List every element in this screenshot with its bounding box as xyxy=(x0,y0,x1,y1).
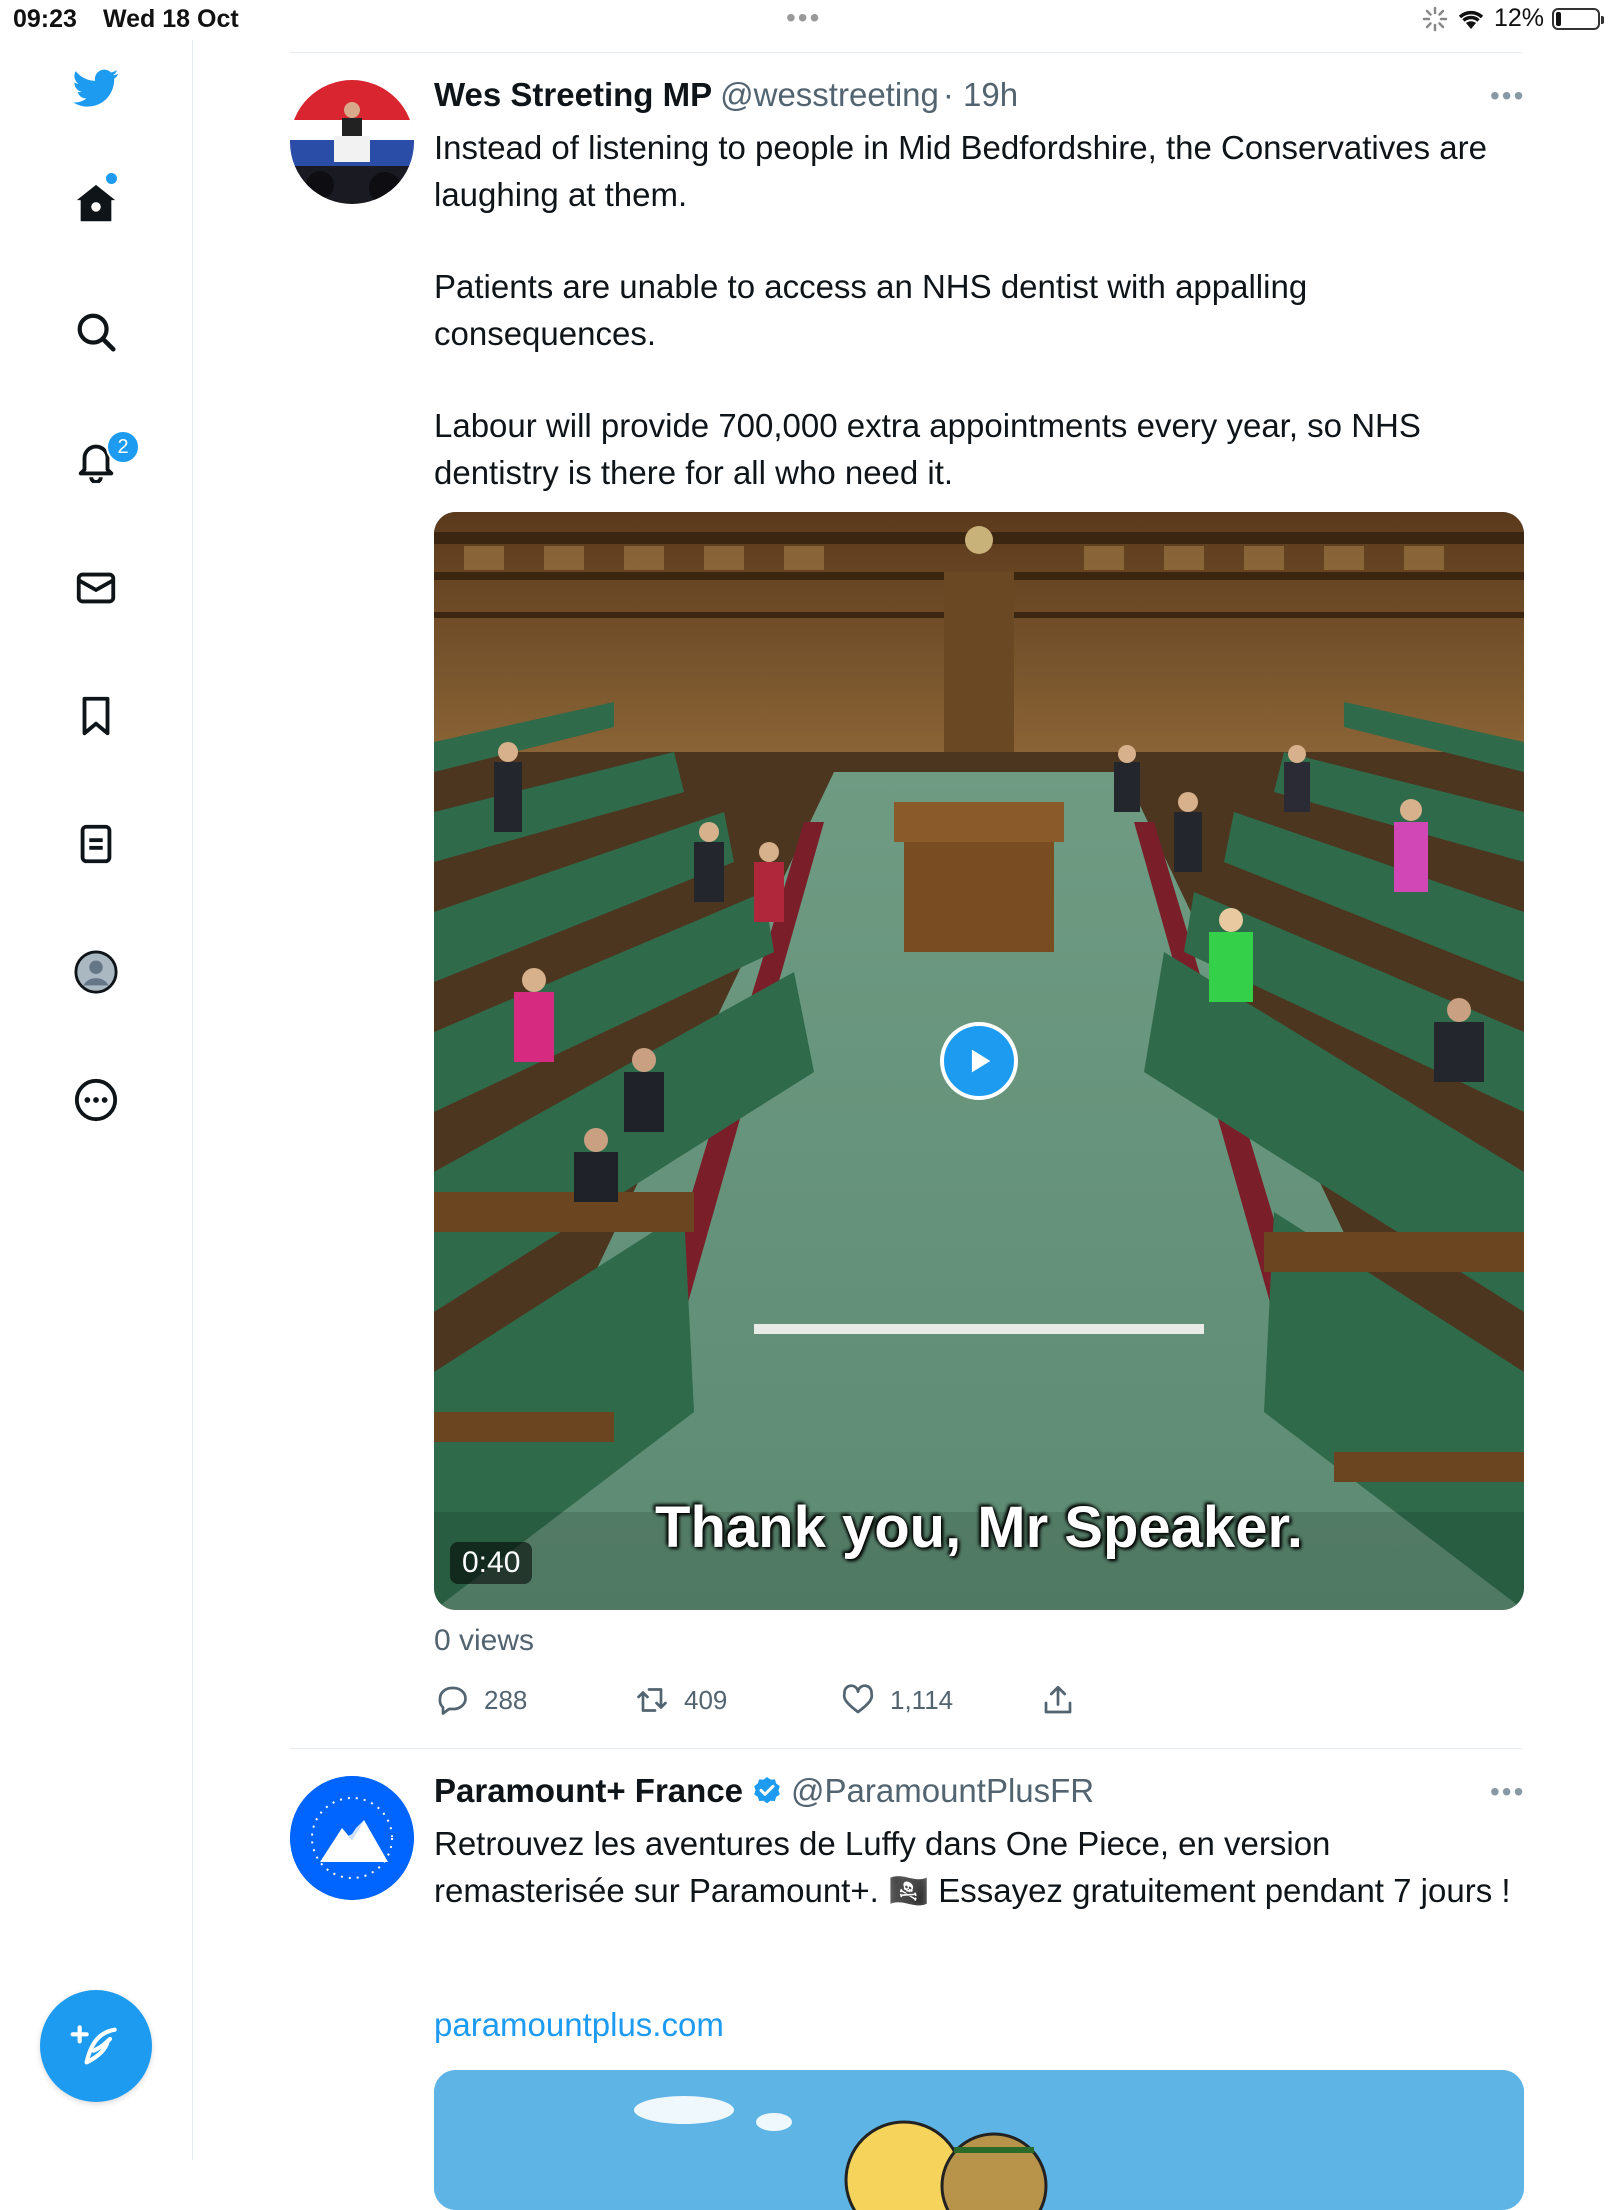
twitter-bird-icon[interactable] xyxy=(68,60,124,116)
wifi-icon xyxy=(1458,10,1484,29)
view-count: 0 views xyxy=(434,1624,535,1657)
tweet-more-icon[interactable]: ••• xyxy=(1490,1776,1525,1808)
notification-badge: 2 xyxy=(106,430,140,464)
like-button[interactable]: 1,114 xyxy=(840,1680,953,1720)
tweet-paragraph: Labour will provide 700,000 extra appoin… xyxy=(434,407,1421,491)
video-duration: 0:40 xyxy=(450,1542,533,1584)
verified-badge-icon xyxy=(754,1777,780,1804)
author-handle[interactable]: @ParamountPlusFR xyxy=(791,1772,1094,1810)
tweet-paragraph: Patients are unable to access an NHS den… xyxy=(434,268,1308,352)
tweet-paragraph: Instead of listening to people in Mid Be… xyxy=(434,129,1487,213)
promo-image xyxy=(434,2070,1524,2210)
reply-icon xyxy=(438,1686,467,1715)
status-bar: 09:23 Wed 18 Oct ••• 12% xyxy=(0,0,1620,40)
play-button[interactable] xyxy=(940,1022,1018,1100)
tweet-time[interactable]: · 19h xyxy=(943,76,1018,114)
loading-spinner-icon xyxy=(1422,6,1448,31)
author-name[interactable]: Wes Streeting MP xyxy=(434,76,712,114)
reply-button[interactable]: 288 xyxy=(434,1680,527,1720)
multitasking-dots-icon[interactable]: ••• xyxy=(786,4,821,32)
home-unread-dot xyxy=(106,173,117,184)
status-indicators: 12% xyxy=(1422,4,1604,33)
like-count: 1,114 xyxy=(890,1684,954,1715)
mail-icon[interactable] xyxy=(68,560,124,616)
tweet-paragraph: Retrouvez les aventures de Luffy dans On… xyxy=(434,1825,1511,1909)
heart-icon xyxy=(842,1684,874,1714)
tweet-header: Wes Streeting MP @wesstreeting · 19h xyxy=(434,76,1018,114)
profile-avatar-icon[interactable] xyxy=(68,944,124,1000)
search-icon[interactable] xyxy=(68,304,124,360)
avatar[interactable] xyxy=(290,1776,414,1900)
share-button[interactable] xyxy=(1040,1680,1076,1720)
divider xyxy=(290,52,1522,53)
tweet-link[interactable]: paramountplus.com xyxy=(434,2006,724,2044)
retweet-icon xyxy=(637,1688,667,1712)
home-icon[interactable] xyxy=(68,176,124,232)
battery-percent: 12% xyxy=(1493,4,1544,32)
bookmark-icon[interactable] xyxy=(68,688,124,744)
retweet-button[interactable]: 409 xyxy=(634,1680,727,1720)
compose-icon xyxy=(70,2025,117,2065)
author-name[interactable]: Paramount+ France xyxy=(434,1772,743,1810)
avatar[interactable] xyxy=(290,80,414,204)
author-handle[interactable]: @wesstreeting xyxy=(720,76,939,114)
share-icon xyxy=(1044,1685,1072,1714)
status-date: Wed 18 Oct xyxy=(103,5,239,33)
play-icon xyxy=(971,1049,991,1073)
battery-fill xyxy=(1556,11,1561,26)
more-icon[interactable] xyxy=(68,1072,124,1128)
list-icon[interactable] xyxy=(68,816,124,872)
status-time: 09:23 xyxy=(13,5,77,33)
reply-count: 288 xyxy=(484,1684,528,1715)
tweet-more-icon[interactable]: ••• xyxy=(1490,80,1525,112)
tweet-text: Retrouvez les aventures de Luffy dans On… xyxy=(434,1820,1514,1914)
divider xyxy=(290,1748,1522,1749)
retweet-count: 409 xyxy=(684,1684,728,1715)
battery-icon xyxy=(1552,7,1604,30)
video-subtitle: Thank you, Mr Speaker. xyxy=(655,1495,1303,1560)
tweet-text: Instead of listening to people in Mid Be… xyxy=(434,124,1514,496)
tweet-image[interactable] xyxy=(434,2070,1524,2210)
tweet-header: Paramount+ France @ParamountPlusFR xyxy=(434,1772,1094,1810)
compose-tweet-button[interactable] xyxy=(40,1990,152,2102)
